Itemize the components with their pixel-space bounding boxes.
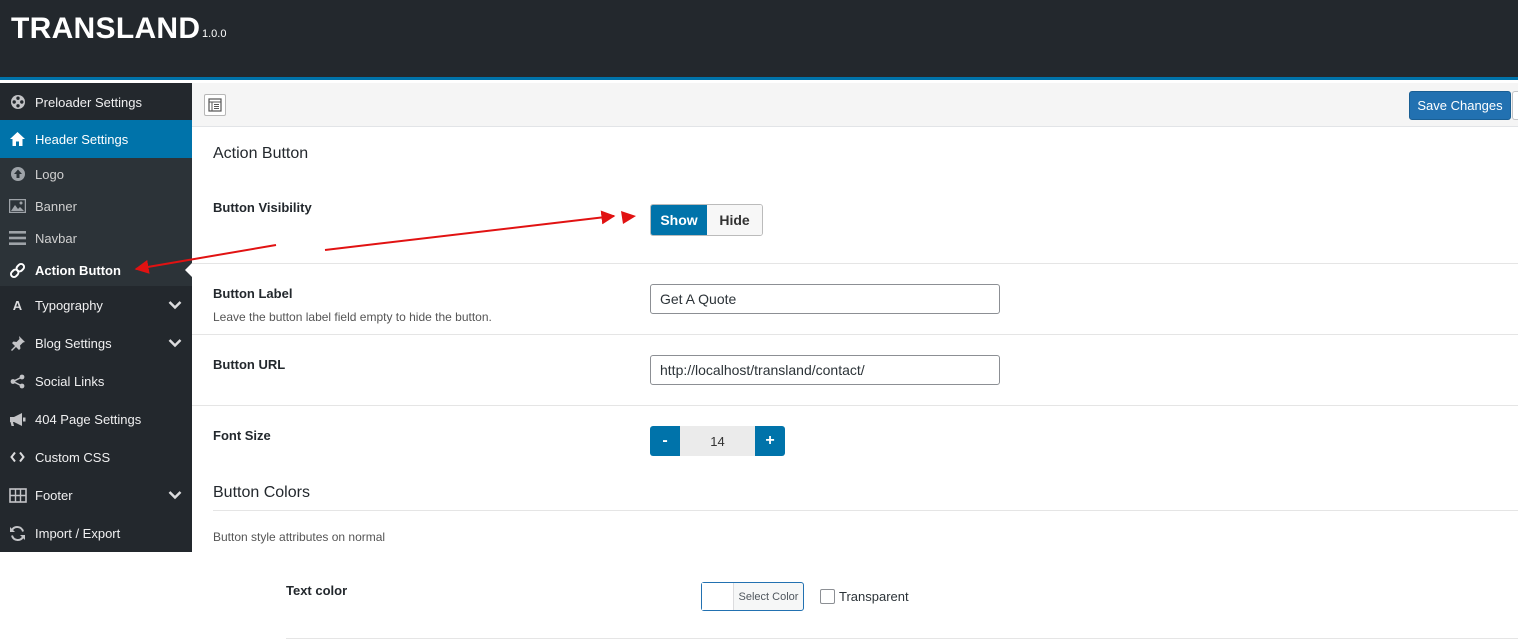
divider	[192, 263, 1518, 264]
divider	[192, 334, 1518, 335]
chevron-down-icon	[168, 488, 182, 503]
color-swatch	[702, 583, 734, 610]
button-colors-description: Button style attributes on normal	[213, 530, 386, 544]
image-icon	[0, 199, 35, 213]
transparent-option: Transparent	[820, 589, 909, 604]
sidebar-item-label: Preloader Settings	[35, 94, 142, 110]
sidebar-item-typography[interactable]: A Typography	[0, 286, 192, 324]
sidebar-item-label: Banner	[35, 198, 77, 214]
sidebar-item-banner[interactable]: Banner	[0, 190, 192, 222]
chevron-down-icon	[168, 298, 182, 313]
button-url-label: Button URL	[213, 357, 286, 372]
text-color-label: Text color	[286, 583, 348, 598]
sidebar-item-custom-css[interactable]: Custom CSS	[0, 438, 192, 476]
app-version: 1.0.0	[202, 28, 227, 40]
options-toolbar: Save Changes	[192, 83, 1518, 127]
sidebar-item-label: Typography	[35, 297, 103, 313]
button-url-input[interactable]	[650, 355, 1000, 385]
sidebar-item-preloader-settings[interactable]: Preloader Settings	[0, 83, 192, 121]
font-size-increase-button[interactable]: +	[755, 426, 785, 456]
sidebar-item-label: 404 Page Settings	[35, 411, 142, 427]
menu-icon	[0, 231, 35, 245]
sidebar-item-label: Action Button	[35, 262, 121, 278]
section-title: Action Button	[213, 145, 309, 162]
button-label-label: Button Label	[213, 286, 293, 301]
refresh-icon	[0, 525, 35, 542]
visibility-hide-option[interactable]: Hide	[707, 205, 762, 235]
button-visibility-label: Button Visibility	[213, 200, 312, 215]
button-label-description: Leave the button label field empty to hi…	[213, 310, 492, 324]
reset-button[interactable]	[1512, 91, 1518, 120]
code-icon	[0, 451, 35, 463]
divider	[213, 510, 1518, 511]
divider	[192, 405, 1518, 406]
table-icon	[0, 487, 35, 503]
sidebar-item-label: Navbar	[35, 230, 77, 246]
transparent-label: Transparent	[839, 589, 909, 604]
sidebar-item-import-export[interactable]: Import / Export	[0, 514, 192, 552]
select-color-button[interactable]: Select Color	[701, 582, 804, 611]
main-content: Save Changes Action Button Button Visibi…	[192, 83, 1518, 640]
sidebar-item-label: Custom CSS	[35, 449, 111, 465]
sidebar-item-header-settings[interactable]: Header Settings	[0, 120, 192, 158]
sidebar-item-label: Footer	[35, 487, 73, 503]
share-icon	[0, 374, 35, 389]
select-color-label: Select Color	[738, 590, 799, 603]
button-label-input[interactable]	[650, 284, 1000, 314]
megaphone-icon	[0, 412, 35, 427]
transparent-checkbox[interactable]	[820, 589, 835, 604]
app-title: TRANSLAND	[11, 12, 201, 45]
font-size-decrease-button[interactable]: -	[650, 426, 680, 456]
font-size-stepper: - 14 +	[650, 426, 785, 456]
font-size-value[interactable]: 14	[680, 426, 755, 456]
sidebar: Preloader Settings Header Settings Logo …	[0, 83, 192, 552]
pin-icon	[0, 335, 35, 351]
chevron-down-icon	[168, 336, 182, 351]
sidebar-item-blog-settings[interactable]: Blog Settings	[0, 324, 192, 362]
film-reel-icon	[0, 94, 35, 110]
sidebar-item-label: Header Settings	[35, 131, 129, 147]
current-indicator	[185, 263, 192, 277]
sidebar-item-social-links[interactable]: Social Links	[0, 362, 192, 400]
font-size-label: Font Size	[213, 428, 271, 443]
button-visibility-toggle: Show Hide	[650, 204, 763, 236]
sidebar-item-label: Blog Settings	[35, 335, 112, 351]
top-header: TRANSLAND 1.0.0	[0, 0, 1518, 80]
sidebar-item-label: Logo	[35, 166, 64, 182]
sidebar-item-navbar[interactable]: Navbar	[0, 222, 192, 254]
sidebar-item-label: Import / Export	[35, 525, 121, 541]
home-icon	[0, 131, 35, 147]
link-icon	[0, 262, 35, 279]
upload-circle-icon	[0, 166, 35, 182]
visibility-show-option[interactable]: Show	[651, 205, 707, 235]
sidebar-item-logo[interactable]: Logo	[0, 158, 192, 190]
sidebar-item-action-button[interactable]: Action Button	[0, 254, 192, 286]
expand-panel-icon[interactable]	[204, 94, 226, 116]
typography-icon: A	[12, 297, 23, 313]
sidebar-item-label: Social Links	[35, 373, 105, 389]
divider	[286, 638, 1518, 639]
save-changes-button[interactable]: Save Changes	[1409, 91, 1511, 120]
sidebar-item-footer[interactable]: Footer	[0, 476, 192, 514]
button-colors-title: Button Colors	[213, 484, 310, 501]
sidebar-item-404-page-settings[interactable]: 404 Page Settings	[0, 400, 192, 438]
